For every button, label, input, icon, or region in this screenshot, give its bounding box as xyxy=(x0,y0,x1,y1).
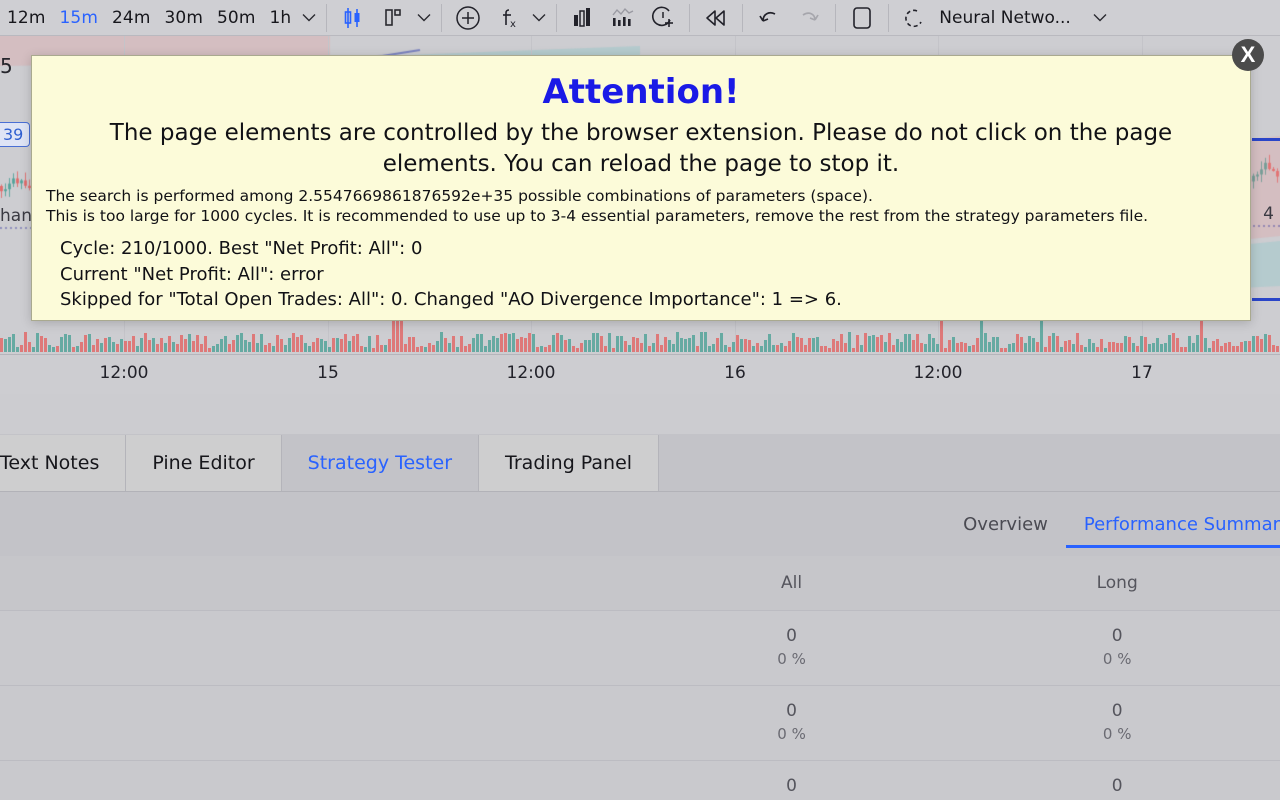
timeframe-24m[interactable]: 24m xyxy=(105,0,158,36)
tab-text-notes[interactable]: Text Notes xyxy=(0,435,126,491)
table-header-row: All Long xyxy=(0,556,1280,610)
timeframe-group: 12m 15m 24m 30m 50m 1h xyxy=(0,0,320,36)
toolbar-divider xyxy=(689,4,690,32)
toolbar-divider xyxy=(441,4,442,32)
dialog-lead-text: The page elements are controlled by the … xyxy=(52,118,1230,180)
cell-value: 0 xyxy=(954,625,1280,648)
row-metric-label xyxy=(0,685,629,760)
price-axis-label-left: 5 xyxy=(0,54,13,78)
row-long-cell: 0 0 % xyxy=(954,685,1280,760)
chevron-down-icon[interactable] xyxy=(298,13,320,22)
row-metric-label xyxy=(0,760,629,800)
performance-summary-table: All Long 0 0 % 0 0 % xyxy=(0,556,1280,800)
toolbar-divider xyxy=(326,4,327,32)
toolbar-divider xyxy=(556,4,557,32)
timeframe-50m[interactable]: 50m xyxy=(210,0,263,36)
tab-strategy-tester[interactable]: Strategy Tester xyxy=(282,435,479,491)
bar-replay-chart-icon[interactable] xyxy=(563,0,603,36)
bar-chart-type-icon[interactable] xyxy=(373,0,413,36)
chevron-down-icon[interactable] xyxy=(413,13,435,22)
strategy-tester-icon[interactable] xyxy=(603,0,643,36)
dialog-status-line-1: Cycle: 210/1000. Best "Net Profit: All":… xyxy=(46,236,1236,262)
table-row[interactable]: 0 0 % 0 0 % xyxy=(0,685,1280,760)
dialog-note-line-1: The search is performed among 2.55476698… xyxy=(46,186,1236,206)
app-root: 12m 15m 24m 30m 50m 1h xyxy=(0,0,1280,800)
symbol-name-label[interactable]: Neural Netwo... xyxy=(935,8,1071,28)
row-long-cell: 0 0 % xyxy=(954,760,1280,800)
time-tick-1: 15 xyxy=(317,363,339,383)
timeframe-15m[interactable]: 15m xyxy=(53,0,106,36)
time-axis[interactable]: 12:00 15 12:00 16 12:00 17 xyxy=(0,354,1280,394)
time-tick-5: 17 xyxy=(1131,363,1153,383)
dialog-title: Attention! xyxy=(46,70,1236,114)
report-tab-overview[interactable]: Overview xyxy=(945,492,1066,556)
chevron-down-icon[interactable] xyxy=(528,13,550,22)
table-body: 0 0 % 0 0 % 0 0 % 0 0 xyxy=(0,610,1280,800)
template-icon[interactable] xyxy=(895,0,935,36)
cell-value: 0 xyxy=(954,700,1280,723)
column-header-metric xyxy=(0,556,629,610)
time-tick-2: 12:00 xyxy=(507,363,556,383)
timeframe-1h[interactable]: 1h xyxy=(263,0,299,36)
alert-add-icon[interactable] xyxy=(643,0,683,36)
table-row[interactable]: 0 0 % 0 0 % xyxy=(0,610,1280,685)
cell-percent: 0 % xyxy=(954,723,1280,745)
dialog-status-line-2: Current "Net Profit: All": error xyxy=(46,262,1236,288)
row-all-cell: 0 0 % xyxy=(629,685,955,760)
dialog-note-line-2: This is too large for 1000 cycles. It is… xyxy=(46,206,1236,226)
price-level-line-top xyxy=(1252,138,1280,141)
cell-percent: 0 % xyxy=(954,648,1280,670)
cell-value: 0 xyxy=(629,625,955,648)
bottom-panel-tabbar: Text Notes Pine Editor Strategy Tester T… xyxy=(0,434,1280,492)
price-badge-left: 39 xyxy=(0,122,30,147)
layout-icon[interactable] xyxy=(842,0,882,36)
rewind-icon[interactable] xyxy=(696,0,736,36)
row-all-cell: 0 0 % xyxy=(629,610,955,685)
timeframe-30m[interactable]: 30m xyxy=(158,0,211,36)
column-header-long: Long xyxy=(954,556,1280,610)
cell-value: 0 xyxy=(629,700,955,723)
table-header: All Long xyxy=(0,556,1280,610)
cell-value: 0 xyxy=(629,775,955,798)
toolbar-divider xyxy=(835,4,836,32)
toolbar-divider xyxy=(742,4,743,32)
cell-value: 0 xyxy=(954,775,1280,798)
chart-text-fragment-left: han xyxy=(0,206,32,226)
row-all-cell: 0 0 % xyxy=(629,760,955,800)
timeframe-12m[interactable]: 12m xyxy=(0,0,53,36)
attention-dialog: Attention! The page elements are control… xyxy=(31,55,1251,321)
tab-pine-editor[interactable]: Pine Editor xyxy=(126,435,281,491)
candlestick-chart-icon[interactable] xyxy=(333,0,373,36)
table-row[interactable]: 0 0 % 0 0 % xyxy=(0,760,1280,800)
row-metric-label xyxy=(0,610,629,685)
undo-icon[interactable] xyxy=(749,0,789,36)
time-tick-0: 12:00 xyxy=(100,363,149,383)
time-tick-3: 16 xyxy=(724,363,746,383)
report-tabbar: Overview Performance Summar xyxy=(0,492,1280,556)
add-indicator-icon[interactable] xyxy=(448,0,488,36)
toolbar-divider xyxy=(888,4,889,32)
top-toolbar: 12m 15m 24m 30m 50m 1h xyxy=(0,0,1280,36)
close-icon[interactable]: X xyxy=(1232,39,1264,71)
indicator-function-icon[interactable]: x xyxy=(488,0,528,36)
tab-trading-panel[interactable]: Trading Panel xyxy=(479,435,659,491)
row-long-cell: 0 0 % xyxy=(954,610,1280,685)
dialog-status-line-3: Skipped for "Total Open Trades: All": 0.… xyxy=(46,287,1236,313)
chevron-down-icon[interactable] xyxy=(1089,13,1111,22)
cell-percent: 0 % xyxy=(629,648,955,670)
time-tick-4: 12:00 xyxy=(914,363,963,383)
svg-text:x: x xyxy=(510,19,516,30)
report-tab-performance-summary[interactable]: Performance Summar xyxy=(1066,492,1280,556)
redo-icon[interactable] xyxy=(789,0,829,36)
cell-percent: 0 % xyxy=(629,723,955,745)
strategy-report-panel: Overview Performance Summar All Long 0 0… xyxy=(0,492,1280,800)
column-header-all: All xyxy=(629,556,955,610)
